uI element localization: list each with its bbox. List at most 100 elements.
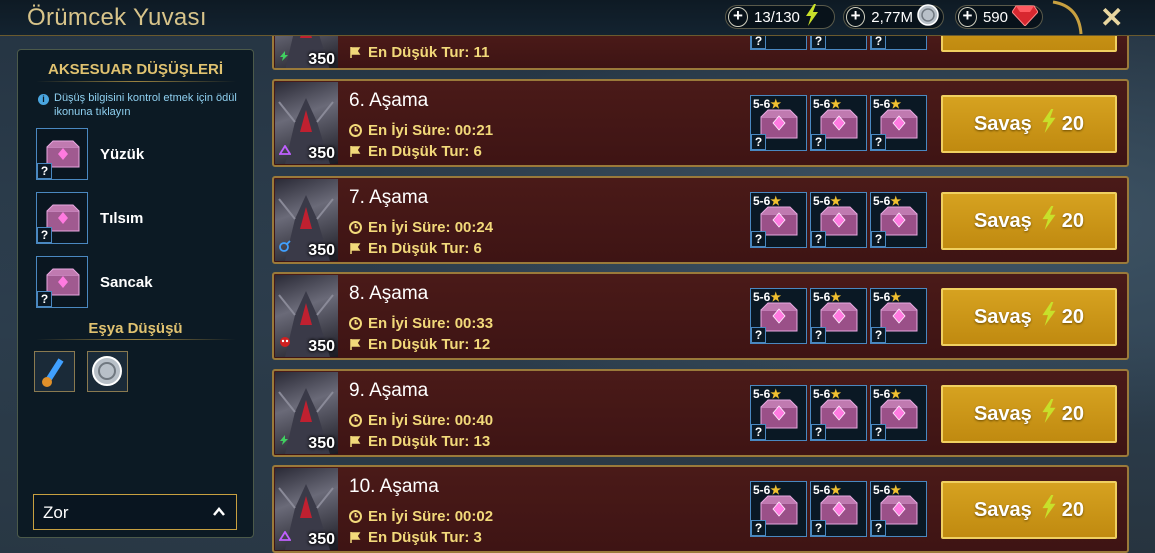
- top-bar: Örümcek Yuvası + 13/130 + 2,77M + 590 ✕: [0, 0, 1155, 36]
- stage-row: 350 9. Aşama En İyi Süre: 00:40 En Düşük…: [272, 369, 1129, 457]
- battle-energy-cost: 20: [1061, 209, 1085, 232]
- star-icon: ★: [770, 290, 782, 304]
- potion-drop-icon[interactable]: [34, 351, 75, 392]
- energy-counter[interactable]: + 13/130: [725, 4, 835, 29]
- reward-chest[interactable]: 5-6★?: [810, 481, 867, 537]
- stage-title: 9. Aşama: [349, 380, 429, 401]
- battle-button[interactable]: Savaş 20: [941, 288, 1117, 346]
- drops-panel: AKSESUAR DÜŞÜŞLERİ i Düşüş bilgisini kon…: [17, 49, 254, 538]
- reward-chest[interactable]: ?: [870, 36, 927, 50]
- battle-button[interactable]: Savaş: [941, 36, 1117, 52]
- banner-label: Sancak: [100, 274, 153, 291]
- reward-chest[interactable]: 5-6★?: [870, 385, 927, 441]
- boss-level: 350: [308, 435, 335, 452]
- reward-chest[interactable]: 5-6★?: [810, 288, 867, 344]
- boss-level: 350: [308, 145, 335, 162]
- reward-star-rank: 5-6★: [873, 97, 902, 111]
- reward-chest[interactable]: 5-6★?: [870, 192, 927, 248]
- silver-value: 2,77M: [871, 8, 913, 26]
- battle-label: Savaş: [973, 209, 1032, 232]
- force-affinity-icon: [279, 335, 291, 353]
- boss-level: 350: [308, 51, 335, 68]
- reward-info: ?: [811, 520, 826, 536]
- reward-star-rank: 5-6★: [873, 387, 902, 401]
- reward-star-rank: 5-6★: [813, 97, 842, 111]
- stage-title: 10. Aşama: [349, 476, 439, 497]
- lowest-turns-text: En Düşük Tur: 6: [368, 143, 482, 160]
- star-icon: ★: [830, 387, 842, 401]
- boss-portrait: 350: [275, 179, 338, 261]
- energy-bolt-icon: [1040, 399, 1058, 429]
- reward-info: ?: [811, 231, 826, 247]
- battle-button[interactable]: Savaş 20: [941, 192, 1117, 250]
- battle-button[interactable]: Savaş 20: [941, 481, 1117, 539]
- reward-info: ?: [751, 134, 766, 150]
- reward-chest[interactable]: 5-6★?: [870, 481, 927, 537]
- reward-info: ?: [811, 134, 826, 150]
- stage-title: 8. Aşama: [349, 283, 429, 304]
- add-energy-button[interactable]: +: [728, 7, 748, 27]
- star-icon: ★: [890, 387, 902, 401]
- reward-chest[interactable]: ?: [750, 36, 807, 50]
- silver-counter[interactable]: + 2,77M: [843, 4, 944, 29]
- reward-chest[interactable]: 5-6★?: [870, 288, 927, 344]
- gems-counter[interactable]: + 590: [955, 5, 1043, 29]
- reward-star-rank: 5-6★: [873, 290, 902, 304]
- reward-info: ?: [811, 36, 826, 49]
- stage-row: 350 7. Aşama En İyi Süre: 00:24 En Düşük…: [272, 176, 1129, 264]
- battle-label: Savaş: [973, 498, 1032, 521]
- drop-info-text: Düşüş bilgisini kontrol etmek için ödül …: [54, 92, 237, 118]
- star-icon: ★: [890, 290, 902, 304]
- star-icon: ★: [770, 194, 782, 208]
- difficulty-value: Zor: [43, 503, 69, 522]
- reward-chest[interactable]: 5-6★?: [810, 192, 867, 248]
- difficulty-select[interactable]: Zor: [33, 494, 237, 530]
- clock-icon: [349, 221, 362, 234]
- void-affinity-icon: [278, 528, 292, 546]
- reward-star-rank: 5-6★: [813, 194, 842, 208]
- info-icon: i: [38, 94, 49, 105]
- clock-icon: [349, 317, 362, 330]
- divider: [36, 339, 236, 340]
- battle-button[interactable]: Savaş 20: [941, 95, 1117, 153]
- reward-chest[interactable]: 5-6★?: [750, 95, 807, 151]
- reward-info: ?: [751, 520, 766, 536]
- reward-chest[interactable]: ?: [810, 36, 867, 50]
- amulet-reward-icon[interactable]: ?: [36, 192, 88, 244]
- add-silver-button[interactable]: +: [846, 7, 866, 27]
- reward-chest[interactable]: 5-6★?: [810, 385, 867, 441]
- boss-level: 350: [308, 531, 335, 548]
- reward-chest[interactable]: 5-6★?: [750, 385, 807, 441]
- battle-button[interactable]: Savaş 20: [941, 385, 1117, 443]
- reward-chest[interactable]: 5-6★?: [750, 192, 807, 248]
- amulet-label: Tılsım: [100, 210, 144, 227]
- spirit-affinity-icon: [279, 48, 289, 66]
- reward-info: ?: [871, 520, 886, 536]
- reward-info: ?: [37, 227, 52, 243]
- reward-star-rank: 5-6★: [753, 194, 782, 208]
- reward-star-rank: 5-6★: [753, 97, 782, 111]
- ring-reward-icon[interactable]: ?: [36, 128, 88, 180]
- lowest-turns-text: En Düşük Tur: 3: [368, 529, 482, 546]
- clock-icon: [349, 124, 362, 137]
- clock-icon: [349, 414, 362, 427]
- flag-icon: [349, 435, 362, 448]
- reward-chest[interactable]: 5-6★?: [750, 288, 807, 344]
- silver-drop-icon[interactable]: [87, 351, 128, 392]
- best-time-text: En İyi Süre: 00:24: [368, 219, 494, 236]
- best-time: En İyi Süre: 00:40: [349, 412, 493, 429]
- bow-ornament-icon: [1049, 0, 1085, 41]
- stage-row: 350 8. Aşama En İyi Süre: 00:33 En Düşük…: [272, 272, 1129, 360]
- reward-chest[interactable]: 5-6★?: [810, 95, 867, 151]
- flag-icon: [349, 46, 362, 59]
- add-gems-button[interactable]: +: [958, 7, 977, 27]
- boss-portrait: 350: [275, 372, 338, 454]
- battle-energy-cost: 20: [1061, 402, 1085, 425]
- lowest-turns: En Düşük Tur: 6: [349, 240, 482, 257]
- banner-reward-icon[interactable]: ?: [36, 256, 88, 308]
- close-button[interactable]: ✕: [1100, 1, 1123, 34]
- lowest-turns-text: En Düşük Tur: 6: [368, 240, 482, 257]
- reward-chest[interactable]: 5-6★?: [870, 95, 927, 151]
- reward-chest[interactable]: 5-6★?: [750, 481, 807, 537]
- boss-portrait: 350: [275, 275, 338, 357]
